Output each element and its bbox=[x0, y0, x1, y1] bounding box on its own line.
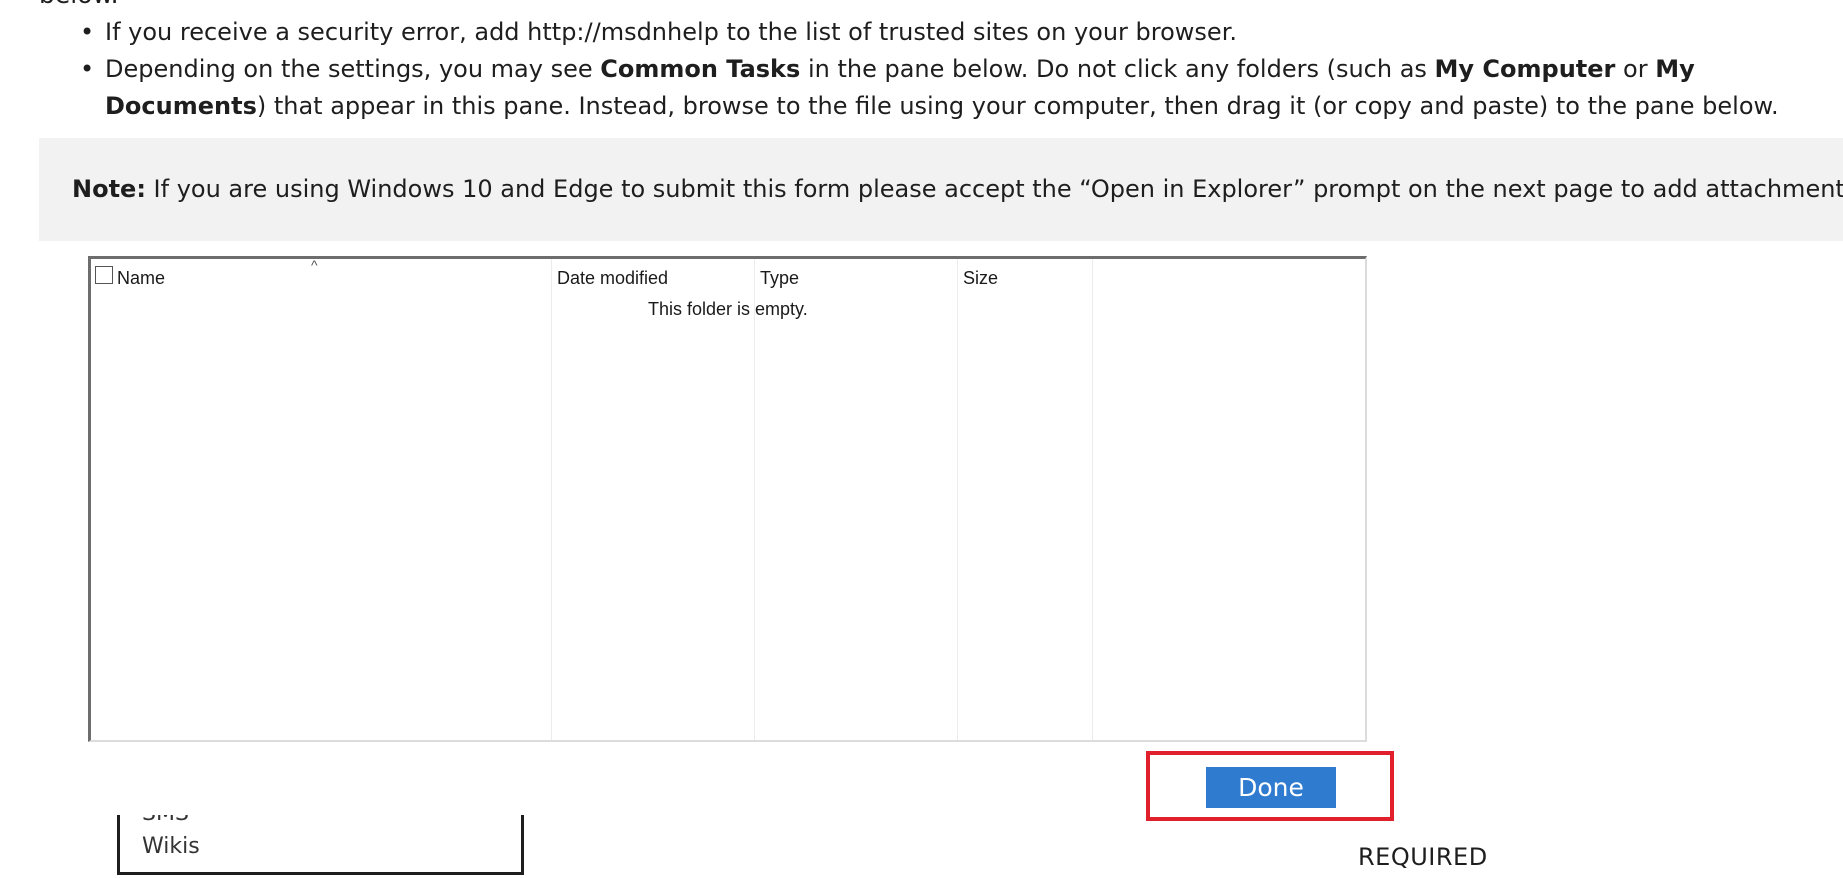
common-tasks-text: Depending on the settings, you may see bbox=[105, 55, 601, 83]
column-size: Size bbox=[957, 259, 1093, 740]
security-instruction: If you receive a security error, add htt… bbox=[105, 18, 1237, 46]
column-header-type[interactable]: Type bbox=[760, 268, 799, 289]
bullet-glyph: • bbox=[80, 55, 95, 83]
note-body: If you are using Windows 10 and Edge to … bbox=[145, 175, 1843, 203]
empty-folder-message: This folder is empty. bbox=[648, 299, 808, 319]
file-explorer-pane[interactable]: ^ Name Date modified Type Size This fold… bbox=[88, 256, 1367, 742]
column-header-name[interactable]: Name bbox=[117, 268, 165, 289]
note-text: Note: If you are using Windows 10 and Ed… bbox=[72, 171, 1843, 207]
column-name: ^ Name bbox=[91, 257, 552, 740]
common-tasks-text: or bbox=[1615, 55, 1656, 83]
common-tasks-bold: Common Tasks bbox=[600, 55, 801, 83]
list-item-security: • If you receive a security error, add h… bbox=[80, 14, 1840, 51]
required-label: REQUIRED bbox=[1358, 843, 1488, 871]
my-computer-bold: My Computer bbox=[1434, 55, 1616, 83]
list-box[interactable]: SMS Wikis bbox=[117, 815, 524, 875]
list-item-wikis[interactable]: Wikis bbox=[142, 834, 200, 859]
list-item-sms[interactable]: SMS bbox=[142, 815, 189, 826]
bullet-glyph: • bbox=[80, 18, 95, 46]
common-tasks-text: ) that appear in this pane. Instead, bro… bbox=[256, 92, 1779, 120]
note-box: Note: If you are using Windows 10 and Ed… bbox=[39, 138, 1843, 241]
column-header-size[interactable]: Size bbox=[963, 268, 998, 289]
column-header-date-modified[interactable]: Date modified bbox=[557, 268, 668, 289]
sort-ascending-icon: ^ bbox=[311, 257, 318, 273]
done-button[interactable]: Done bbox=[1206, 767, 1336, 808]
column-type: Type bbox=[754, 259, 958, 740]
note-label: Note: bbox=[72, 175, 146, 203]
column-date-modified: Date modified bbox=[551, 259, 755, 740]
instruction-list: • If you receive a security error, add h… bbox=[80, 14, 1840, 125]
select-all-checkbox[interactable] bbox=[95, 266, 113, 284]
common-tasks-text: in the pane below. Do not click any fold… bbox=[800, 55, 1435, 83]
list-item-common-tasks: • Depending on the settings, you may see… bbox=[80, 51, 1840, 125]
intro-text-cutoff: below. bbox=[39, 0, 119, 10]
